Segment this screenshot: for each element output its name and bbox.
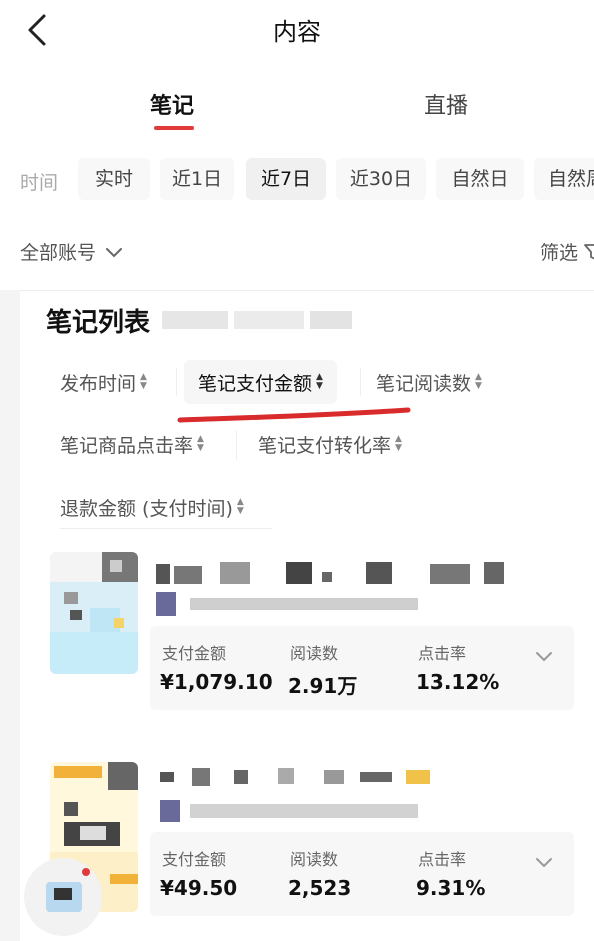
- section-divider: [20, 290, 594, 291]
- time-chip-30d[interactable]: 近30日: [336, 158, 426, 200]
- sort-arrows-icon: ▲ ▼: [236, 497, 244, 516]
- note-metrics-panel: 支付金额 ¥49.50 阅读数 2,523 点击率 9.31%: [150, 832, 574, 916]
- note-list-title: 笔记列表: [46, 308, 151, 338]
- metric-read-value: 2,523: [288, 876, 352, 900]
- sort-conversion-rate[interactable]: 笔记支付转化率 ▲ ▼: [258, 422, 402, 466]
- time-chip-1d[interactable]: 近1日: [160, 158, 234, 200]
- account-filter-row: 全部账号 筛选: [0, 232, 594, 272]
- sort-product-ctr-label: 笔记商品点击率: [60, 434, 194, 457]
- sort-separator: [176, 368, 177, 396]
- sort-product-ctr[interactable]: 笔记商品点击率 ▲ ▼: [60, 422, 204, 466]
- chevron-down-icon: [106, 247, 123, 257]
- sort-publish-time-label: 发布时间: [60, 372, 137, 395]
- sort-separator: [360, 368, 361, 396]
- metric-label: 点击率: [418, 850, 467, 869]
- filter-button[interactable]: 筛选: [540, 238, 594, 265]
- floating-avatar-button[interactable]: [24, 858, 102, 936]
- account-dropdown[interactable]: 全部账号: [20, 238, 126, 265]
- time-filter-label: 时间: [20, 172, 59, 194]
- sort-refund-amount[interactable]: 退款金额 (支付时间) ▲ ▼: [60, 485, 244, 529]
- sort-separator: [60, 528, 272, 529]
- metric-ctr-value: 13.12%: [416, 670, 500, 694]
- sort-separator: [236, 430, 237, 460]
- note-thumbnail[interactable]: [50, 552, 138, 674]
- metric-label: 阅读数: [290, 644, 339, 663]
- time-chip-realtime[interactable]: 实时: [78, 158, 150, 200]
- header-bar: 内容: [0, 0, 594, 58]
- sort-arrows-icon: ▲ ▼: [197, 434, 204, 453]
- expand-chevron-icon[interactable]: [534, 852, 554, 872]
- time-chip-natural-week[interactable]: 自然周: [534, 158, 594, 200]
- sort-read-count-label: 笔记阅读数: [376, 372, 472, 395]
- left-margin-strip: [0, 290, 20, 941]
- tab-live[interactable]: 直播: [424, 88, 468, 120]
- metric-label: 点击率: [418, 644, 467, 663]
- note-card[interactable]: 支付金额 ¥49.50 阅读数 2,523 点击率 9.31%: [50, 762, 580, 932]
- time-chip-natural-day[interactable]: 自然日: [436, 158, 524, 200]
- filter-funnel-icon: [584, 243, 594, 259]
- expand-chevron-icon[interactable]: [534, 646, 554, 666]
- sort-payment-amount-label: 笔记支付金额: [198, 372, 313, 395]
- sort-arrows-icon: ▲ ▼: [395, 434, 402, 453]
- tab-notes[interactable]: 笔记: [150, 88, 194, 120]
- sort-publish-time[interactable]: 发布时间 ▲ ▼: [60, 360, 147, 404]
- metric-payment-value: ¥49.50: [160, 876, 238, 900]
- metric-payment-value: ¥1,079.10: [160, 670, 273, 694]
- note-card[interactable]: 支付金额 ¥1,079.10 阅读数 2.91万 点击率 13.12%: [50, 552, 580, 712]
- metric-label: 阅读数: [290, 850, 339, 869]
- account-dropdown-label: 全部账号: [20, 242, 97, 264]
- metric-label: 支付金额: [162, 644, 227, 663]
- main-tabs: 笔记 直播: [0, 84, 594, 136]
- sort-arrows-icon: ▲ ▼: [316, 372, 323, 391]
- active-tab-indicator: [154, 126, 194, 130]
- metric-ctr-value: 9.31%: [416, 876, 486, 900]
- time-filter-row: 时间 实时 近1日 近7日 近30日 自然日 自然周: [0, 156, 594, 202]
- sort-refund-amount-label: 退款金额 (支付时间): [60, 497, 233, 520]
- sort-arrows-icon: ▲ ▼: [475, 372, 482, 391]
- time-chip-7d[interactable]: 近7日: [246, 158, 326, 200]
- metric-read-value: 2.91万: [288, 674, 358, 698]
- page-title: 内容: [273, 18, 321, 46]
- note-metrics-panel: 支付金额 ¥1,079.10 阅读数 2.91万 点击率 13.12%: [150, 626, 574, 710]
- filter-button-label: 筛选: [540, 242, 579, 264]
- metric-label: 支付金额: [162, 850, 227, 869]
- sort-conversion-rate-label: 笔记支付转化率: [258, 434, 392, 457]
- sort-arrows-icon: ▲ ▼: [140, 372, 147, 391]
